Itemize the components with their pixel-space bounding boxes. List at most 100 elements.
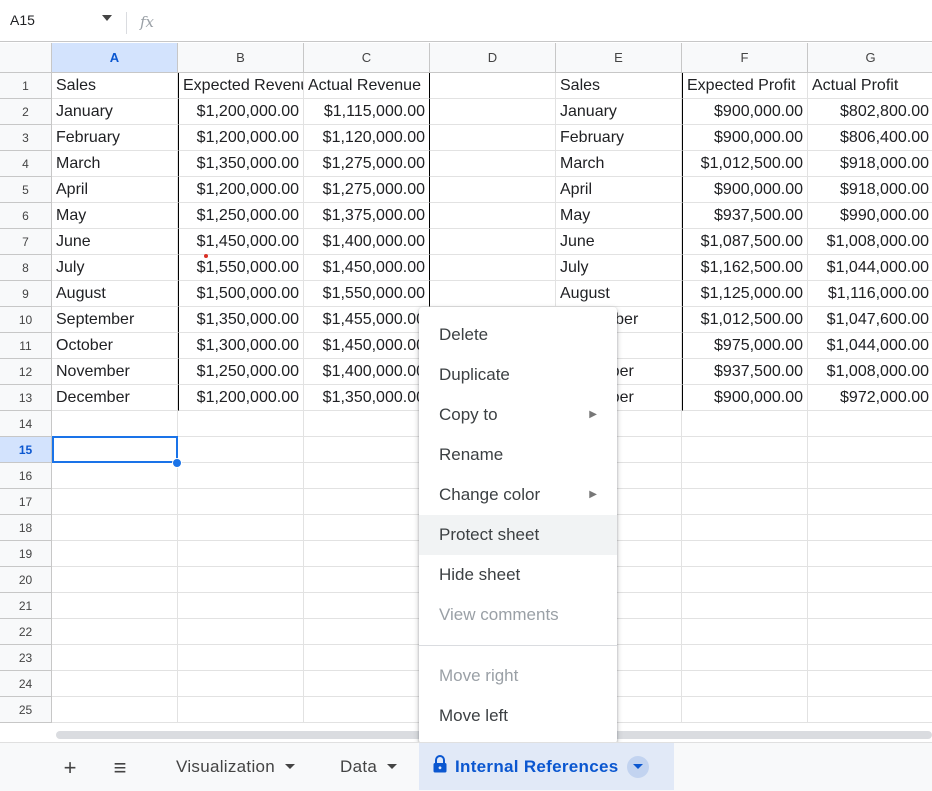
cell-g20[interactable] [808,567,932,593]
cell-g2[interactable]: $802,800.00 [808,99,932,125]
row-header[interactable]: 22 [0,619,52,645]
cell-e1[interactable]: Sales [556,73,682,99]
cell-a5[interactable]: April [52,177,178,203]
cell-f8[interactable]: $1,162,500.00 [682,255,808,281]
cell-a16[interactable] [52,463,178,489]
cell-f10[interactable]: $1,012,500.00 [682,307,808,333]
cell-c23[interactable] [304,645,430,671]
cell-b10[interactable]: $1,350,000.00 [178,307,304,333]
cell-a10[interactable]: September [52,307,178,333]
cell-c7[interactable]: $1,400,000.00 [304,229,430,255]
cell-c5[interactable]: $1,275,000.00 [304,177,430,203]
cell-f2[interactable]: $900,000.00 [682,99,808,125]
cell-e9[interactable]: August [556,281,682,307]
row-header[interactable]: 3 [0,125,52,151]
cell-e8[interactable]: July [556,255,682,281]
cell-b8[interactable]: $1,550,000.00 [178,255,304,281]
cell-b2[interactable]: $1,200,000.00 [178,99,304,125]
cell-a9[interactable]: August [52,281,178,307]
cell-a11[interactable]: October [52,333,178,359]
cell-b18[interactable] [178,515,304,541]
column-header-c[interactable]: C [304,43,430,73]
cell-b22[interactable] [178,619,304,645]
cell-f1[interactable]: Expected Profit [682,73,808,99]
cell-c2[interactable]: $1,115,000.00 [304,99,430,125]
column-header-e[interactable]: E [556,43,682,73]
cell-b25[interactable] [178,697,304,723]
cell-c8[interactable]: $1,450,000.00 [304,255,430,281]
cell-c6[interactable]: $1,375,000.00 [304,203,430,229]
cell-f16[interactable] [682,463,808,489]
cell-b15[interactable] [178,437,304,463]
cell-b21[interactable] [178,593,304,619]
column-header-g[interactable]: G [808,43,932,73]
cell-c18[interactable] [304,515,430,541]
cell-b23[interactable] [178,645,304,671]
cell-g25[interactable] [808,697,932,723]
cell-f19[interactable] [682,541,808,567]
menu-item-move-left[interactable]: Move left [419,696,617,736]
cell-b7[interactable]: $1,450,000.00 [178,229,304,255]
cell-g13[interactable]: $972,000.00 [808,385,932,411]
cell-g12[interactable]: $1,008,000.00 [808,359,932,385]
cell-c1[interactable]: Actual Revenue [304,73,430,99]
cell-c9[interactable]: $1,550,000.00 [304,281,430,307]
row-header[interactable]: 8 [0,255,52,281]
cell-f3[interactable]: $900,000.00 [682,125,808,151]
cell-d6[interactable] [430,203,556,229]
cell-e3[interactable]: February [556,125,682,151]
cell-a8[interactable]: July [52,255,178,281]
cell-b14[interactable] [178,411,304,437]
cell-a17[interactable] [52,489,178,515]
cell-g9[interactable]: $1,116,000.00 [808,281,932,307]
cell-f14[interactable] [682,411,808,437]
row-header[interactable]: 13 [0,385,52,411]
cell-f17[interactable] [682,489,808,515]
cell-c15[interactable] [304,437,430,463]
row-header[interactable]: 11 [0,333,52,359]
cell-c12[interactable]: $1,400,000.00 [304,359,430,385]
cell-b6[interactable]: $1,250,000.00 [178,203,304,229]
cell-e5[interactable]: April [556,177,682,203]
cell-g17[interactable] [808,489,932,515]
add-sheet-button[interactable]: + [55,753,85,783]
cell-f22[interactable] [682,619,808,645]
cell-d9[interactable] [430,281,556,307]
row-header[interactable]: 10 [0,307,52,333]
cell-e2[interactable]: January [556,99,682,125]
cell-f18[interactable] [682,515,808,541]
cell-c3[interactable]: $1,120,000.00 [304,125,430,151]
cell-a21[interactable] [52,593,178,619]
fill-handle[interactable] [172,458,182,468]
all-sheets-button[interactable]: ≡ [105,753,135,783]
row-header[interactable]: 15 [0,437,52,463]
cell-b24[interactable] [178,671,304,697]
row-header[interactable]: 7 [0,229,52,255]
cell-c25[interactable] [304,697,430,723]
row-header[interactable]: 14 [0,411,52,437]
menu-item-rename[interactable]: Rename [419,435,617,475]
cell-f6[interactable]: $937,500.00 [682,203,808,229]
cell-b4[interactable]: $1,350,000.00 [178,151,304,177]
cell-a14[interactable] [52,411,178,437]
cell-d7[interactable] [430,229,556,255]
cell-g7[interactable]: $1,008,000.00 [808,229,932,255]
cell-b17[interactable] [178,489,304,515]
cell-c13[interactable]: $1,350,000.00 [304,385,430,411]
cell-d1[interactable] [430,73,556,99]
cell-g18[interactable] [808,515,932,541]
cell-c21[interactable] [304,593,430,619]
cell-a6[interactable]: May [52,203,178,229]
cell-d3[interactable] [430,125,556,151]
menu-item-protect-sheet[interactable]: Protect sheet [419,515,617,555]
tab-options-button[interactable] [626,755,649,778]
cell-g6[interactable]: $990,000.00 [808,203,932,229]
row-header[interactable]: 24 [0,671,52,697]
row-header[interactable]: 18 [0,515,52,541]
cell-g16[interactable] [808,463,932,489]
cell-a2[interactable]: January [52,99,178,125]
column-header-d[interactable]: D [430,43,556,73]
column-header-b[interactable]: B [178,43,304,73]
row-header[interactable]: 9 [0,281,52,307]
cell-g8[interactable]: $1,044,000.00 [808,255,932,281]
